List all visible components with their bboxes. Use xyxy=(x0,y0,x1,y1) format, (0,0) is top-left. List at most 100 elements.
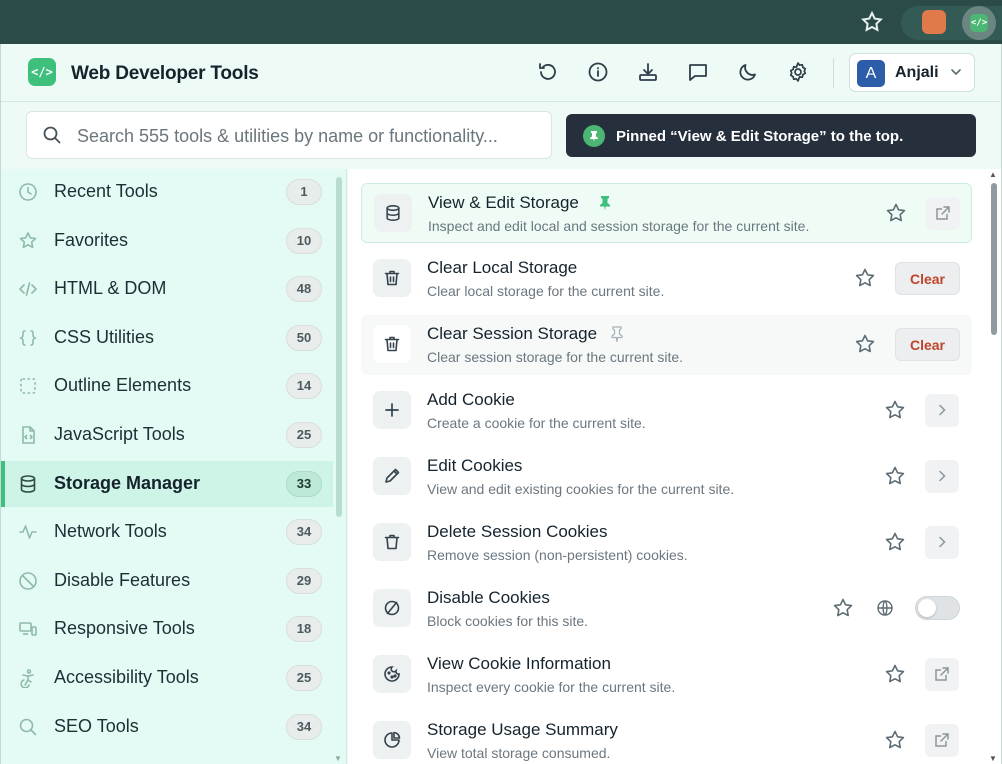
search-box xyxy=(26,111,552,159)
tool-title: Disable Cookies xyxy=(427,588,550,607)
sidebar-item-accessibility-tools[interactable]: Accessibility Tools 25 xyxy=(1,655,333,701)
sidebar-item-label: Disable Features xyxy=(54,570,191,590)
chevron-down-icon xyxy=(949,65,963,79)
sidebar-scrollbar[interactable] xyxy=(336,177,342,517)
tool-description: Clear session storage for the current si… xyxy=(427,349,684,365)
trash-icon xyxy=(373,259,411,297)
browser-toolbar: </> xyxy=(0,0,1002,44)
tool-title: Clear Session Storage xyxy=(427,324,598,343)
search-icon xyxy=(42,125,62,145)
extension-webdev-button[interactable]: </> xyxy=(962,6,996,40)
tool-row-view-edit-storage[interactable]: View & Edit Storage Inspect and edit loc… xyxy=(361,183,972,243)
toggle-knob xyxy=(918,599,936,617)
sidebar-item-label: Favorites xyxy=(54,230,129,250)
tool-row-clear-local-storage[interactable]: Clear Local Storage Clear local storage … xyxy=(361,249,972,309)
sidebar-item-label: Accessibility Tools xyxy=(54,667,199,687)
bookmark-star-icon[interactable] xyxy=(860,10,884,34)
favorite-star-icon[interactable] xyxy=(854,333,876,355)
devices-icon xyxy=(18,619,38,639)
disable-cookies-toggle[interactable] xyxy=(915,596,960,620)
open-tool-button[interactable] xyxy=(925,460,959,493)
sidebar-item-disable-features[interactable]: Disable Features 29 xyxy=(1,558,333,604)
scroll-down-arrow-icon[interactable]: ▼ xyxy=(334,754,344,763)
sidebar-item-label: Recent Tools xyxy=(54,181,158,201)
sidebar-item-css-utilities[interactable]: CSS Utilities 50 xyxy=(1,315,333,361)
gear-icon[interactable] xyxy=(786,60,810,84)
code-icon xyxy=(18,279,38,299)
favorite-star-icon[interactable] xyxy=(832,597,854,619)
open-external-button[interactable] xyxy=(926,197,960,230)
dashed-square-icon xyxy=(18,376,38,396)
tool-row-storage-usage-summary[interactable]: Storage Usage Summary View total storage… xyxy=(361,711,972,764)
download-icon[interactable] xyxy=(636,60,660,84)
favorite-star-icon[interactable] xyxy=(884,399,906,421)
tool-title: View Cookie Information xyxy=(427,654,611,673)
accessibility-icon xyxy=(18,668,38,689)
pin-outline-icon[interactable] xyxy=(610,326,624,343)
tool-description: View and edit existing cookies for the c… xyxy=(427,481,735,497)
tool-title: View & Edit Storage xyxy=(428,193,579,212)
sidebar-item-favorites[interactable]: Favorites 10 xyxy=(1,218,333,264)
count-badge: 33 xyxy=(286,471,322,497)
open-external-button[interactable] xyxy=(925,658,959,691)
tools-scrollbar[interactable] xyxy=(991,183,997,335)
refresh-icon[interactable] xyxy=(536,60,560,84)
tool-description: Clear local storage for the current site… xyxy=(427,283,665,299)
count-badge: 1 xyxy=(286,179,322,205)
tool-title: Add Cookie xyxy=(427,390,515,409)
scroll-up-arrow-icon[interactable]: ▲ xyxy=(989,170,997,179)
favorite-star-icon[interactable] xyxy=(854,267,876,289)
sidebar-item-responsive-tools[interactable]: Responsive Tools 18 xyxy=(1,606,333,652)
count-badge: 10 xyxy=(286,228,322,254)
favorite-star-icon[interactable] xyxy=(884,663,906,685)
sidebar-item-network-tools[interactable]: Network Tools 34 xyxy=(1,509,333,555)
sidebar-item-label: Responsive Tools xyxy=(54,618,195,638)
cookie-icon xyxy=(373,655,411,693)
extension-popup: </> Web Developer Tools A Anjali Search … xyxy=(0,44,1002,764)
message-icon[interactable] xyxy=(686,60,710,84)
sidebar-item-seo-tools[interactable]: SEO Tools 34 xyxy=(1,704,333,750)
tool-row-view-cookie-information[interactable]: View Cookie Information Inspect every co… xyxy=(361,645,972,705)
sidebar-item-label: JavaScript Tools xyxy=(54,424,185,444)
tool-row-clear-session-storage[interactable]: Clear Session Storage Clear session stor… xyxy=(361,315,972,375)
sidebar-item-html-dom[interactable]: HTML & DOM 48 xyxy=(1,266,333,312)
extension-basket-icon[interactable] xyxy=(922,10,946,34)
open-external-button[interactable] xyxy=(925,724,959,757)
tool-row-disable-cookies[interactable]: Disable Cookies Block cookies for this s… xyxy=(361,579,972,639)
profile-name: Anjali xyxy=(895,64,939,81)
open-tool-button[interactable] xyxy=(925,394,959,427)
category-sidebar: Recent Tools 1 Favorites 10 HTML & DOM 4… xyxy=(1,169,347,764)
open-tool-button[interactable] xyxy=(925,526,959,559)
favorite-star-icon[interactable] xyxy=(884,465,906,487)
info-icon[interactable] xyxy=(586,60,610,84)
profile-switcher[interactable]: A Anjali xyxy=(849,53,975,92)
tool-title: Edit Cookies xyxy=(427,456,523,475)
tool-title: Storage Usage Summary xyxy=(427,720,618,739)
clear-button[interactable]: Clear xyxy=(895,328,960,361)
sidebar-item-label: Outline Elements xyxy=(54,375,192,395)
sidebar-item-label: Storage Manager xyxy=(54,473,201,493)
star-icon xyxy=(18,231,38,251)
globe-icon[interactable] xyxy=(875,598,895,618)
clear-button[interactable]: Clear xyxy=(895,262,960,295)
pinned-icon[interactable] xyxy=(598,195,612,211)
external-link-icon xyxy=(936,206,950,220)
favorite-star-icon[interactable] xyxy=(884,531,906,553)
tool-row-add-cookie[interactable]: Add Cookie Create a cookie for the curre… xyxy=(361,381,972,441)
sidebar-item-storage-manager[interactable]: Storage Manager 33 xyxy=(1,461,333,507)
sidebar-item-label: HTML & DOM xyxy=(54,278,167,298)
tool-row-delete-session-cookies[interactable]: Delete Session Cookies Remove session (n… xyxy=(361,513,972,573)
search-input[interactable] xyxy=(77,120,537,152)
favorite-star-icon[interactable] xyxy=(884,729,906,751)
tool-description: Create a cookie for the current site. xyxy=(427,415,646,431)
toast-message: Pinned “View & Edit Storage” to the top. xyxy=(616,128,904,145)
tool-row-edit-cookies[interactable]: Edit Cookies View and edit existing cook… xyxy=(361,447,972,507)
scroll-down-arrow-icon[interactable]: ▼ xyxy=(989,754,997,763)
clock-icon xyxy=(18,182,38,202)
favorite-star-icon[interactable] xyxy=(885,202,907,224)
avatar: A xyxy=(857,60,885,87)
moon-icon[interactable] xyxy=(736,60,760,84)
sidebar-item-outline-elements[interactable]: Outline Elements 14 xyxy=(1,363,333,409)
sidebar-item-javascript-tools[interactable]: JavaScript Tools 25 xyxy=(1,412,333,458)
sidebar-item-recent-tools[interactable]: Recent Tools 1 xyxy=(1,169,333,215)
